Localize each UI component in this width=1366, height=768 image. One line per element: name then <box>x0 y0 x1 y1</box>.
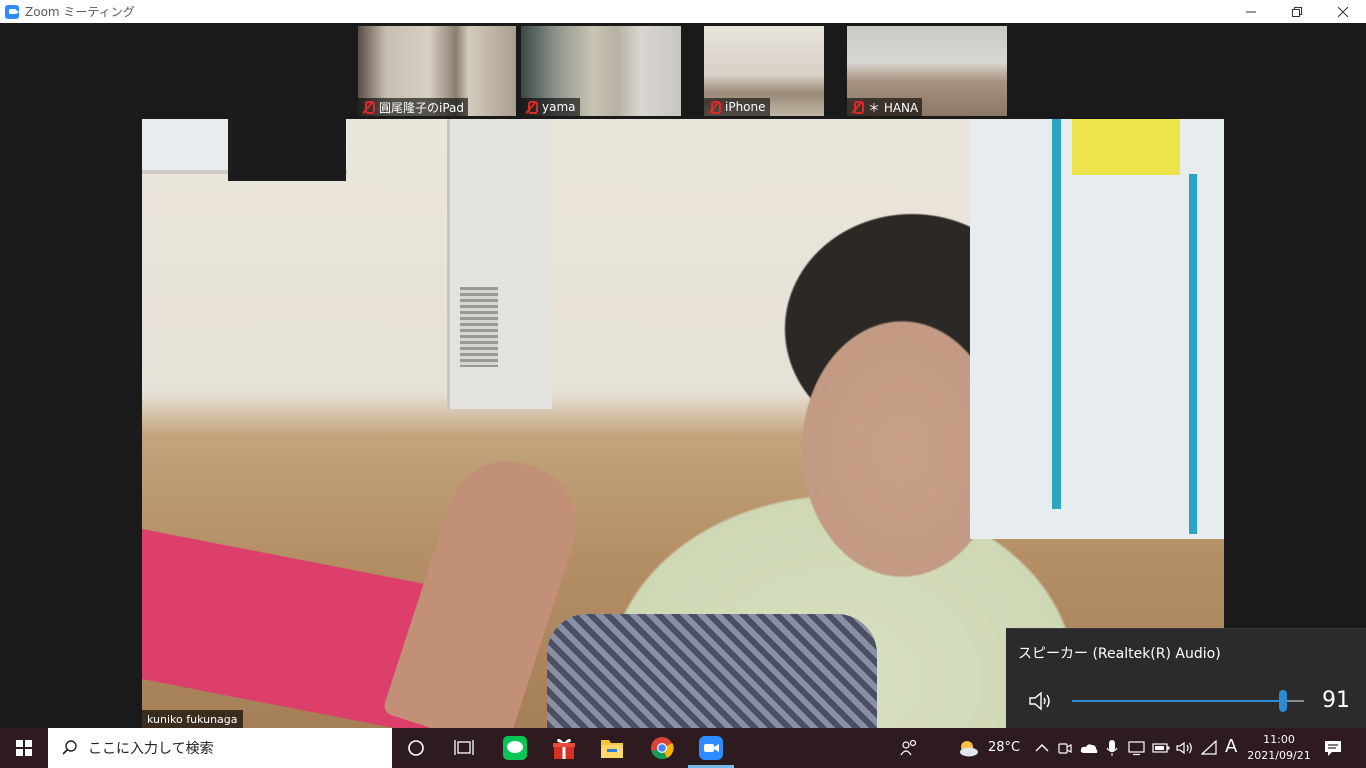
title-bar: Zoom ミーティング <box>0 0 1366 23</box>
participant-tile[interactable]: yama <box>521 26 681 116</box>
search-icon <box>62 740 77 755</box>
meeting-area: 圓尾隆子のiPad yama iPhone ＊ HANA kuniko fuku <box>0 23 1366 728</box>
people-icon[interactable] <box>897 736 921 760</box>
battery-icon[interactable] <box>1149 736 1173 760</box>
close-button[interactable] <box>1320 0 1366 23</box>
onedrive-icon[interactable] <box>1077 736 1101 760</box>
mic-muted-icon <box>851 100 864 114</box>
chevron-up-icon[interactable] <box>1030 736 1054 760</box>
audio-device-name[interactable]: スピーカー (Realtek(R) Audio) <box>1018 643 1221 663</box>
gift-icon[interactable] <box>552 736 576 760</box>
participant-name: 圓尾隆子のiPad <box>379 100 465 115</box>
video-poster <box>1072 119 1180 175</box>
zoom-icon[interactable] <box>699 736 723 760</box>
restore-button[interactable] <box>1274 0 1320 23</box>
meet-now-icon[interactable] <box>1053 736 1077 760</box>
search-placeholder: ここに入力して検索 <box>88 741 214 757</box>
volume-flyout: スピーカー (Realtek(R) Audio) 91 <box>1006 628 1366 728</box>
windows-logo-icon <box>16 740 32 756</box>
window-title: Zoom ミーティング <box>25 5 135 19</box>
mic-muted-icon <box>525 100 538 114</box>
clock[interactable]: 11:00 2021/09/21 <box>1246 732 1312 764</box>
minimize-icon <box>1246 11 1256 12</box>
ime-indicator[interactable]: A <box>1225 736 1237 757</box>
participant-label: yama <box>521 98 580 116</box>
clock-date: 2021/09/21 <box>1247 749 1311 762</box>
taskbar: ここに入力して検索 28°C A 11:00 2021/09/21 <box>0 728 1366 768</box>
display-icon[interactable] <box>1125 736 1149 760</box>
close-icon <box>1338 6 1348 17</box>
start-button[interactable] <box>0 728 48 768</box>
participant-name: iPhone <box>725 100 766 114</box>
clock-time: 11:00 <box>1263 733 1295 746</box>
active-speaker-name: kuniko fukunaga <box>142 710 243 728</box>
video-stripe <box>1189 174 1197 534</box>
file-explorer-icon[interactable] <box>600 736 624 760</box>
volume-slider-fill <box>1072 700 1284 702</box>
participant-label: 圓尾隆子のiPad <box>358 98 469 116</box>
restore-icon <box>1292 6 1302 17</box>
speaker-icon[interactable] <box>1028 689 1054 713</box>
volume-tray-icon[interactable] <box>1173 736 1197 760</box>
minimize-button[interactable] <box>1228 0 1274 23</box>
participant-name: yama <box>542 100 576 114</box>
line-icon[interactable] <box>503 736 527 760</box>
volume-slider-thumb[interactable] <box>1279 690 1288 712</box>
chrome-icon[interactable] <box>650 736 674 760</box>
participant-tile[interactable]: iPhone <box>704 26 824 116</box>
video-curtain <box>228 119 346 181</box>
wifi-icon[interactable] <box>1198 736 1222 760</box>
participant-tile[interactable]: ＊ HANA <box>847 26 1007 116</box>
participant-tile[interactable]: 圓尾隆子のiPad <box>358 26 516 116</box>
weather-temperature[interactable]: 28°C <box>988 740 1020 755</box>
video-vent <box>460 287 498 367</box>
participant-name: ＊ HANA <box>868 100 919 115</box>
mic-muted-icon <box>708 100 721 114</box>
video-wall <box>970 119 1224 539</box>
weather-icon[interactable] <box>956 736 980 760</box>
video-pants <box>547 614 877 728</box>
zoom-app-icon <box>5 4 19 19</box>
notifications-icon[interactable] <box>1321 736 1345 760</box>
microphone-icon[interactable] <box>1100 736 1124 760</box>
participant-label: iPhone <box>704 98 770 116</box>
participant-label: ＊ HANA <box>847 98 923 116</box>
mic-muted-icon <box>362 100 375 114</box>
volume-value: 91 <box>1322 688 1350 713</box>
task-view-icon[interactable] <box>452 736 476 760</box>
search-box[interactable]: ここに入力して検索 <box>48 728 392 768</box>
volume-slider[interactable] <box>1072 690 1304 712</box>
cortana-icon[interactable] <box>404 736 428 760</box>
video-stripe <box>1052 119 1061 509</box>
